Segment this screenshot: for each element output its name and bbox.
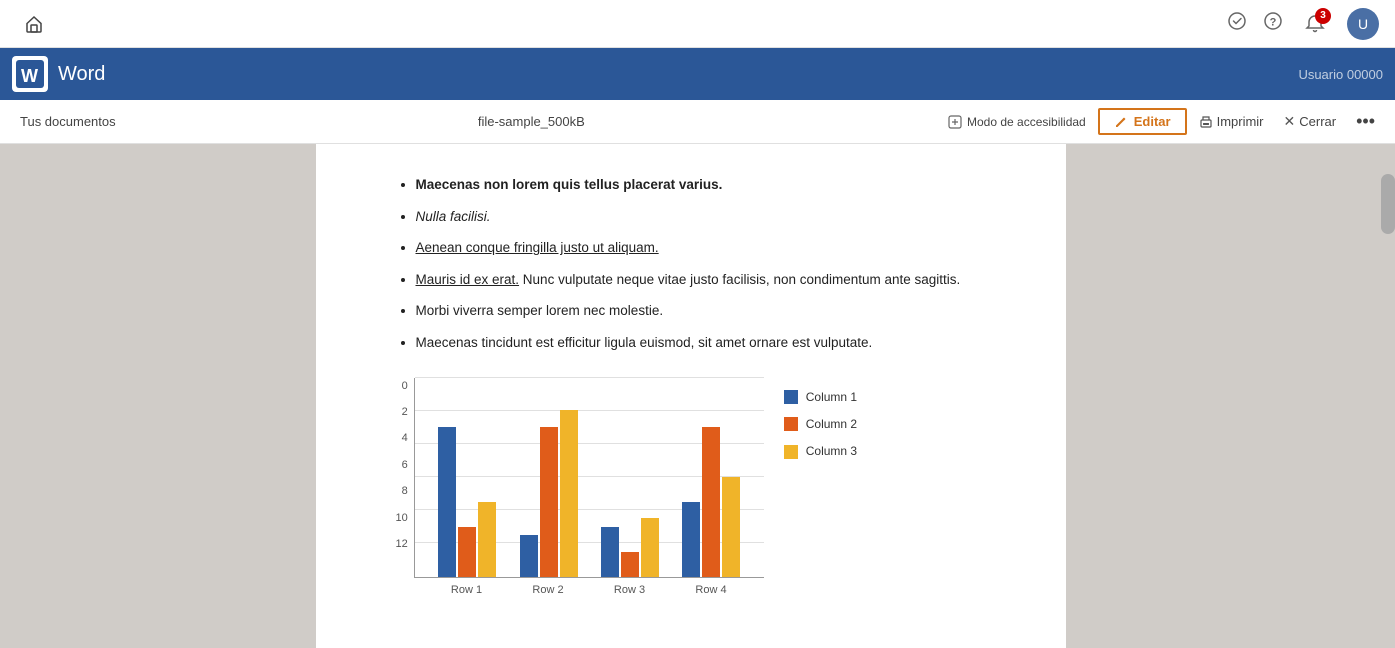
bar-orange-row4 bbox=[702, 427, 720, 577]
check-circle-icon[interactable] bbox=[1227, 11, 1247, 36]
edit-label: Editar bbox=[1134, 114, 1171, 129]
list-item: Morbi viverra semper lorem nec molestie. bbox=[416, 300, 986, 322]
legend-item-col1: Column 1 bbox=[784, 388, 857, 407]
y-label: 2 bbox=[402, 404, 408, 422]
bold-text: Maecenas non lorem quis tellus placerat … bbox=[416, 177, 723, 192]
y-label: 4 bbox=[402, 430, 408, 448]
legend-item-col3: Column 3 bbox=[784, 442, 857, 461]
mixed-text: Mauris id ex erat. Nunc vulputate neque … bbox=[416, 272, 961, 287]
y-label: 12 bbox=[396, 536, 408, 554]
plain-text: Morbi viverra semper lorem nec molestie. bbox=[416, 303, 664, 318]
chart-body: Row 1 Row 2 Row 3 Row 4 bbox=[414, 378, 764, 600]
bar-yellow-row4 bbox=[722, 477, 740, 577]
partial-underline: Mauris id ex erat. bbox=[416, 272, 520, 287]
bar-yellow-row2 bbox=[560, 410, 578, 577]
plain-text-2: Maecenas tincidunt est efficitur ligula … bbox=[416, 335, 873, 350]
bar-group-row3 bbox=[601, 518, 659, 576]
chart-bars-area bbox=[414, 378, 764, 578]
print-label: Imprimir bbox=[1217, 114, 1264, 129]
doc-toolbar: Tus documentos file-sample_500kB Modo de… bbox=[0, 100, 1395, 144]
bar-blue-row1 bbox=[438, 427, 456, 577]
chart-container: 12 10 8 6 4 2 0 bbox=[396, 378, 986, 600]
legend-label-col1: Column 1 bbox=[806, 388, 857, 407]
y-label: 6 bbox=[402, 457, 408, 475]
system-bar-left bbox=[16, 6, 52, 42]
more-options-button[interactable]: ••• bbox=[1348, 107, 1383, 136]
close-label: Cerrar bbox=[1299, 114, 1336, 129]
y-label: 10 bbox=[396, 510, 408, 528]
legend-swatch-col1 bbox=[784, 390, 798, 404]
word-app-icon: W bbox=[12, 56, 48, 92]
close-x-icon: ✕ bbox=[1284, 113, 1296, 130]
notification-button[interactable]: 3 bbox=[1299, 8, 1331, 40]
legend-swatch-col2 bbox=[784, 417, 798, 431]
legend-item-col2: Column 2 bbox=[784, 415, 857, 434]
bar-group-row4 bbox=[682, 427, 740, 577]
user-name: Usuario 00000 bbox=[1298, 67, 1383, 82]
svg-text:?: ? bbox=[1270, 17, 1277, 29]
accessibility-button[interactable]: Modo de accesibilidad bbox=[939, 110, 1094, 134]
toolbar-right: Modo de accesibilidad Editar Imprimir ✕ … bbox=[939, 107, 1383, 136]
list-item: Aenean conque fringilla justo ut aliquam… bbox=[416, 237, 986, 259]
y-label: 0 bbox=[402, 378, 408, 396]
help-icon[interactable]: ? bbox=[1263, 11, 1283, 36]
x-label-row1: Row 1 bbox=[451, 582, 482, 600]
notification-badge: 3 bbox=[1315, 8, 1331, 24]
y-label: 8 bbox=[402, 483, 408, 501]
chart-legend: Column 1 Column 2 Column 3 bbox=[784, 378, 857, 600]
app-bar: W Word Usuario 00000 bbox=[0, 48, 1395, 100]
x-label-row2: Row 2 bbox=[532, 582, 563, 600]
italic-text: Nulla facilisi. bbox=[416, 209, 491, 224]
bar-orange-row3 bbox=[621, 552, 639, 577]
bar-group-row1 bbox=[438, 427, 496, 577]
bar-orange-row2 bbox=[540, 427, 558, 577]
accessibility-label: Modo de accesibilidad bbox=[967, 115, 1086, 129]
scrollbar-thumb[interactable] bbox=[1381, 174, 1395, 234]
system-bar-right: ? 3 U bbox=[1227, 8, 1379, 40]
print-button[interactable]: Imprimir bbox=[1191, 110, 1272, 133]
bar-blue-row2 bbox=[520, 535, 538, 577]
list-item: Maecenas tincidunt est efficitur ligula … bbox=[416, 332, 986, 354]
legend-label-col3: Column 3 bbox=[806, 442, 857, 461]
legend-label-col2: Column 2 bbox=[806, 415, 857, 434]
tus-documentos-link[interactable]: Tus documentos bbox=[12, 108, 124, 135]
document-page: Maecenas non lorem quis tellus placerat … bbox=[316, 144, 1066, 648]
list-item: Mauris id ex erat. Nunc vulputate neque … bbox=[416, 269, 986, 291]
bar-blue-row4 bbox=[682, 502, 700, 577]
scrollbar-track[interactable] bbox=[1381, 144, 1395, 648]
app-title: Word bbox=[58, 63, 1298, 86]
document-content: Maecenas non lorem quis tellus placerat … bbox=[396, 174, 986, 599]
bars-row bbox=[415, 378, 764, 577]
close-button[interactable]: ✕ Cerrar bbox=[1276, 109, 1345, 134]
bar-yellow-row1 bbox=[478, 502, 496, 577]
chart-area: 12 10 8 6 4 2 0 bbox=[396, 378, 858, 600]
chart-x-axis: Row 1 Row 2 Row 3 Row 4 bbox=[414, 578, 764, 600]
file-name: file-sample_500kB bbox=[124, 114, 939, 129]
underline-text: Aenean conque fringilla justo ut aliquam… bbox=[416, 240, 659, 255]
home-button[interactable] bbox=[16, 6, 52, 42]
x-label-row3: Row 3 bbox=[614, 582, 645, 600]
bar-orange-row1 bbox=[458, 527, 476, 577]
chart-y-axis: 12 10 8 6 4 2 0 bbox=[396, 378, 414, 578]
user-avatar[interactable]: U bbox=[1347, 8, 1379, 40]
bullet-list: Maecenas non lorem quis tellus placerat … bbox=[416, 174, 986, 354]
edit-button[interactable]: Editar bbox=[1098, 108, 1187, 135]
list-item: Maecenas non lorem quis tellus placerat … bbox=[416, 174, 986, 196]
list-item: Nulla facilisi. bbox=[416, 206, 986, 228]
bar-blue-row3 bbox=[601, 527, 619, 577]
bar-yellow-row3 bbox=[641, 518, 659, 576]
main-area: Maecenas non lorem quis tellus placerat … bbox=[0, 144, 1395, 648]
legend-swatch-col3 bbox=[784, 445, 798, 459]
bar-group-row2 bbox=[520, 410, 578, 577]
x-label-row4: Row 4 bbox=[695, 582, 726, 600]
svg-text:W: W bbox=[21, 66, 38, 86]
document-container: Maecenas non lorem quis tellus placerat … bbox=[0, 144, 1381, 648]
system-bar: ? 3 U bbox=[0, 0, 1395, 48]
